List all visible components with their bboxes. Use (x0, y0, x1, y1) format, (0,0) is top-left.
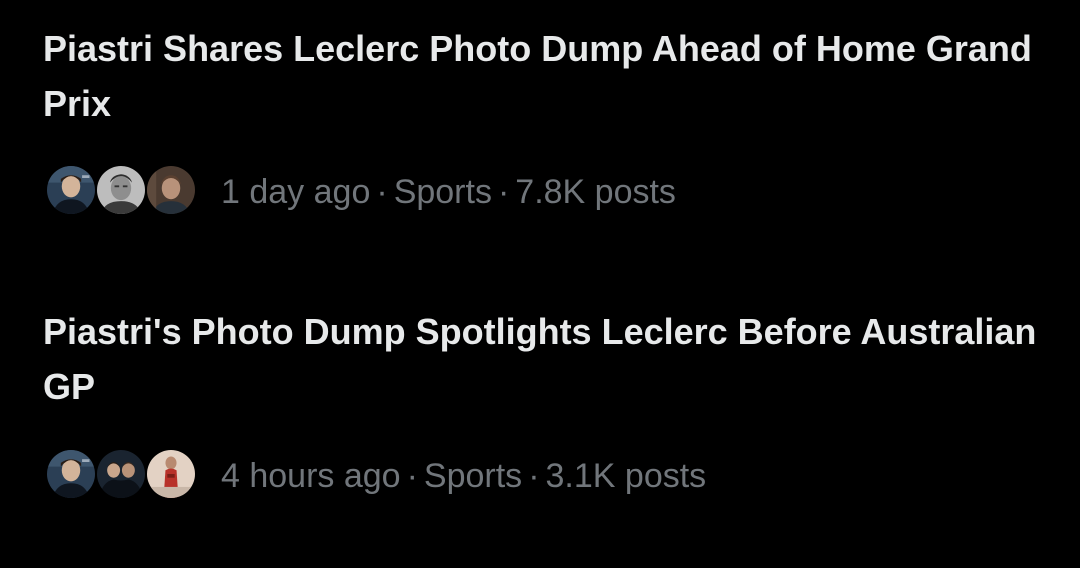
avatar (145, 448, 197, 500)
trending-story[interactable]: Piastri's Photo Dump Spotlights Leclerc … (0, 284, 1080, 534)
story-title[interactable]: Piastri Shares Leclerc Photo Dump Ahead … (43, 21, 1043, 131)
meta-separator: · (497, 173, 510, 211)
story-post-count: 3.1K posts (545, 457, 707, 495)
avatar (95, 164, 147, 216)
meta-separator: · (528, 457, 540, 495)
story-meta: 4 hours ago · Sports · 3.1K posts (43, 447, 706, 505)
story-time: 1 day ago (221, 173, 371, 211)
avatar (45, 164, 97, 216)
story-category: Sports (423, 457, 523, 495)
story-meta: 1 day ago · Sports · 7.8K posts (43, 163, 676, 221)
avatar-stack (43, 447, 201, 505)
story-meta-text: 4 hours ago · Sports · 3.1K posts (221, 456, 706, 496)
story-category: Sports (393, 173, 492, 211)
meta-separator: · (376, 173, 388, 211)
story-title[interactable]: Piastri's Photo Dump Spotlights Leclerc … (43, 304, 1043, 414)
avatar (45, 448, 97, 500)
story-post-count: 7.8K posts (515, 173, 676, 211)
story-time: 4 hours ago (221, 457, 401, 495)
trending-story[interactable]: Piastri Shares Leclerc Photo Dump Ahead … (0, 0, 1080, 250)
story-meta-text: 1 day ago · Sports · 7.8K posts (221, 172, 676, 212)
meta-separator: · (406, 457, 418, 495)
avatar-stack (43, 163, 201, 221)
avatar (145, 164, 197, 216)
avatar (95, 448, 147, 500)
